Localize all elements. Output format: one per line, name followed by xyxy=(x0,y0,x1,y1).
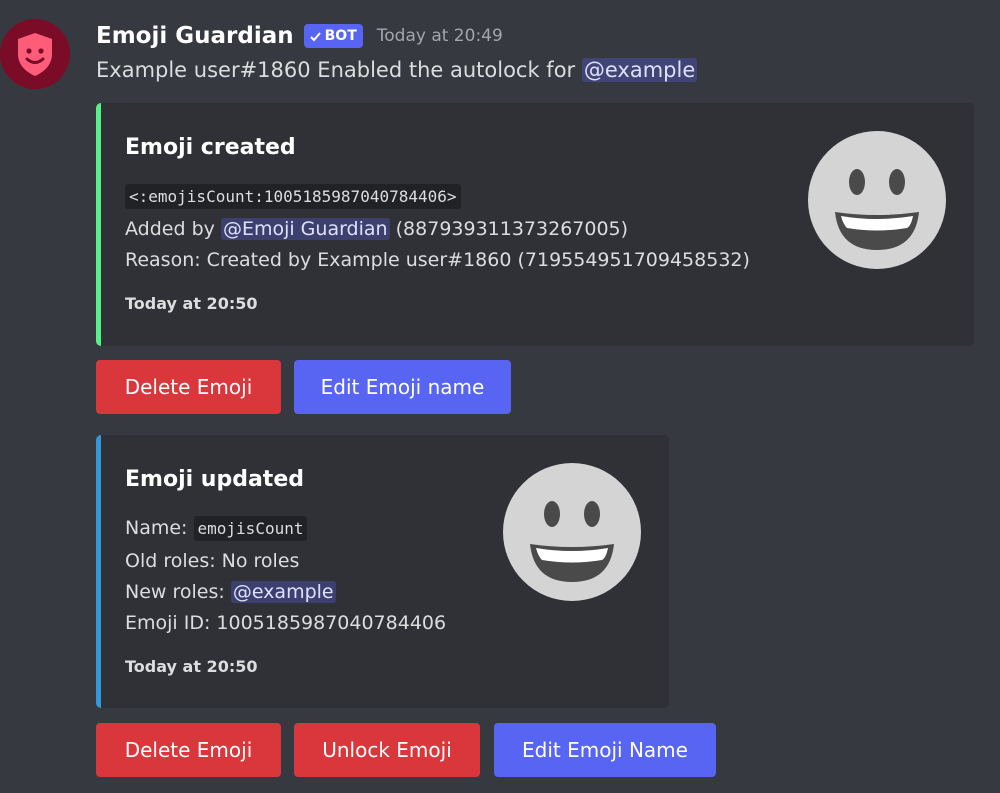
delete-emoji-button[interactable]: Delete Emoji xyxy=(96,723,281,777)
edit-emoji-name-button[interactable]: Edit Emoji Name xyxy=(494,723,716,777)
message-header: Emoji Guardian BOT Today at 20:49 xyxy=(96,20,503,52)
bot-avatar[interactable] xyxy=(0,19,70,89)
grinning-emoji-icon xyxy=(503,463,641,601)
delete-emoji-button[interactable]: Delete Emoji xyxy=(96,360,281,414)
user-mention[interactable]: @Emoji Guardian xyxy=(220,218,390,240)
embed-title: Emoji created xyxy=(125,135,296,160)
role-mention[interactable]: @example xyxy=(581,58,698,82)
added-by-label: Added by xyxy=(125,218,215,240)
added-by-id: (887939311373267005) xyxy=(395,218,629,240)
added-by-line: Added by @Emoji Guardian (88793931137326… xyxy=(125,218,628,240)
bot-badge: BOT xyxy=(303,24,363,48)
embed-emoji-updated: Emoji updated Name: emojisCount Old role… xyxy=(96,435,669,708)
emoji-code: <:emojisCount:1005185987040784406> xyxy=(125,184,461,209)
embed-footer-timestamp: Today at 20:50 xyxy=(125,657,258,676)
emoji-id-line: Emoji ID: 1005185987040784406 xyxy=(125,612,447,634)
name-label: Name: xyxy=(125,517,188,539)
bot-badge-label: BOT xyxy=(324,28,357,44)
reason-line: Reason: Created by Example user#1860 (71… xyxy=(125,249,750,271)
new-roles-line: New roles: @example xyxy=(125,581,336,603)
shield-face-icon xyxy=(0,19,70,89)
unlock-emoji-button[interactable]: Unlock Emoji xyxy=(294,723,480,777)
embed-footer-timestamp: Today at 20:50 xyxy=(125,294,258,313)
role-mention[interactable]: @example xyxy=(230,581,336,603)
checkmark-icon xyxy=(309,31,321,41)
new-roles-label: New roles: xyxy=(125,581,225,603)
embed-title: Emoji updated xyxy=(125,467,304,492)
embed-emoji-created: Emoji created <:emojisCount:100518598704… xyxy=(96,103,974,346)
emoji-name-code: emojisCount xyxy=(193,516,308,541)
old-roles-line: Old roles: No roles xyxy=(125,550,300,572)
message-content: Example user#1860 Enabled the autolock f… xyxy=(96,58,698,82)
author-name[interactable]: Emoji Guardian xyxy=(96,23,294,49)
message-timestamp[interactable]: Today at 20:49 xyxy=(377,26,503,46)
emoji-thumbnail[interactable] xyxy=(807,130,947,274)
message-text: Example user#1860 Enabled the autolock f… xyxy=(96,58,576,82)
grinning-emoji-icon xyxy=(808,131,946,269)
name-line: Name: emojisCount xyxy=(125,516,308,541)
emoji-code-line: <:emojisCount:1005185987040784406> xyxy=(125,184,461,209)
edit-emoji-name-button[interactable]: Edit Emoji name xyxy=(294,360,511,414)
emoji-thumbnail[interactable] xyxy=(502,462,642,606)
